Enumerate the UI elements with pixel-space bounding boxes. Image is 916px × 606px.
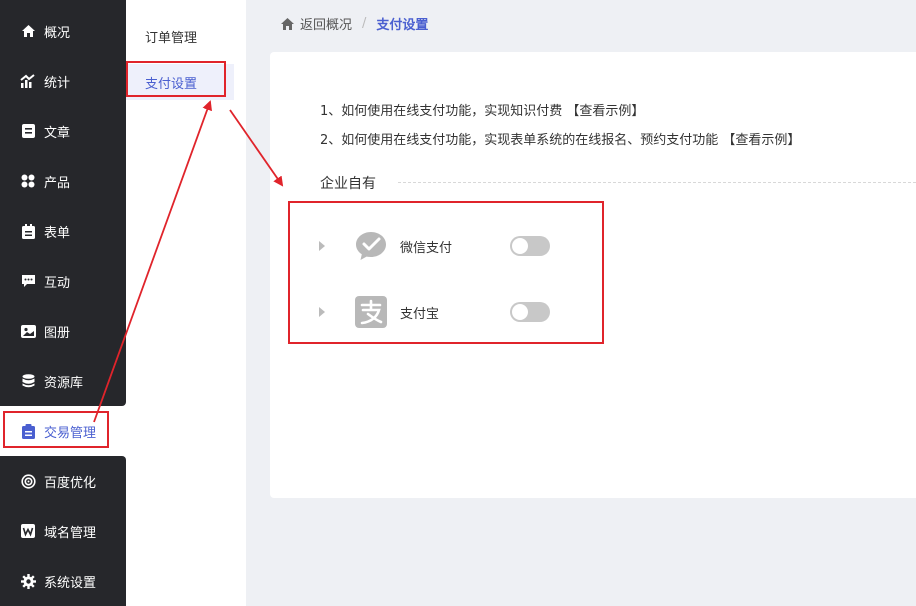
payment-name: 支付宝 (400, 306, 440, 322)
view-example-link[interactable]: 【查看示例】 (722, 133, 800, 148)
annotation-highlight-payment-settings (126, 61, 226, 97)
section-divider (398, 182, 916, 183)
tip-line-2: 2、如何使用在线支付功能，实现表单系统的在线报名、预约支付功能 【查看示例】 (320, 129, 800, 148)
sidebar-item-forms[interactable]: 表单 (0, 206, 126, 256)
section-title: 企业自有 (320, 176, 376, 192)
wechat-pay-icon (356, 232, 386, 260)
annotation-highlight-trade (3, 411, 109, 448)
breadcrumb: 返回概况 / 支付设置 (280, 14, 428, 33)
grid-icon (20, 173, 36, 189)
payment-row-wechat: 微信支付 (318, 226, 578, 266)
sidebar-item-label: 概况 (44, 25, 71, 41)
expand-caret-icon[interactable] (318, 307, 326, 317)
wechat-pay-toggle[interactable] (510, 236, 550, 256)
sidebar-item-stats[interactable]: 统计 (0, 56, 126, 106)
sidebar-item-label: 产品 (44, 175, 71, 191)
sidebar-item-label: 百度优化 (44, 475, 97, 491)
sidebar-item-label: 统计 (44, 75, 71, 91)
sidebar-item-products[interactable]: 产品 (0, 156, 126, 206)
chart-icon (20, 73, 36, 89)
submenu-item-orders[interactable]: 订单管理 (126, 18, 236, 54)
tip-text: 1、如何使用在线支付功能，实现知识付费 (320, 104, 563, 119)
sidebar-item-label: 资源库 (44, 375, 84, 391)
sidebar-item-domain[interactable]: 域名管理 (0, 506, 126, 556)
sidebar-item-label: 互动 (44, 275, 71, 291)
tip-text: 2、如何使用在线支付功能，实现表单系统的在线报名、预约支付功能 (320, 133, 719, 148)
payment-row-alipay: 支付宝 (318, 292, 578, 332)
sidebar-item-label: 表单 (44, 225, 71, 241)
gear-icon (20, 573, 36, 589)
domain-icon (20, 523, 36, 539)
database-icon (20, 373, 36, 389)
target-icon (20, 473, 36, 489)
tip-line-1: 1、如何使用在线支付功能，实现知识付费 【查看示例】 (320, 100, 644, 119)
alipay-icon (355, 296, 387, 328)
sidebar: 概况 统计 文章 产品 表单 互动 图册 资源库 交易管理 百度优化 域名管理 … (0, 0, 126, 606)
sidebar-item-articles[interactable]: 文章 (0, 106, 126, 156)
sidebar-item-label: 域名管理 (44, 525, 97, 541)
sidebar-item-overview[interactable]: 概况 (0, 6, 126, 56)
sidebar-item-album[interactable]: 图册 (0, 306, 126, 356)
home-icon (20, 23, 36, 39)
breadcrumb-current: 支付设置 (376, 18, 429, 33)
album-icon (20, 323, 36, 339)
sidebar-item-interaction[interactable]: 互动 (0, 256, 126, 306)
sidebar-item-settings[interactable]: 系统设置 (0, 556, 126, 606)
view-example-link[interactable]: 【查看示例】 (566, 104, 644, 119)
breadcrumb-separator: / (362, 16, 367, 31)
sidebar-item-resources[interactable]: 资源库 (0, 356, 126, 406)
clipboard-icon (20, 223, 36, 239)
article-icon (20, 123, 36, 139)
sidebar-item-label: 文章 (44, 125, 71, 141)
submenu-item-label: 订单管理 (145, 30, 198, 46)
sidebar-item-label: 系统设置 (44, 575, 97, 591)
sidebar-item-baidu-seo[interactable]: 百度优化 (0, 456, 126, 506)
alipay-toggle[interactable] (510, 302, 550, 322)
sidebar-item-label: 图册 (44, 325, 71, 341)
chat-icon (20, 273, 36, 289)
breadcrumb-back-link[interactable]: 返回概况 (300, 14, 352, 33)
home-icon[interactable] (280, 17, 295, 31)
expand-caret-icon[interactable] (318, 241, 326, 251)
payment-name: 微信支付 (400, 240, 453, 256)
